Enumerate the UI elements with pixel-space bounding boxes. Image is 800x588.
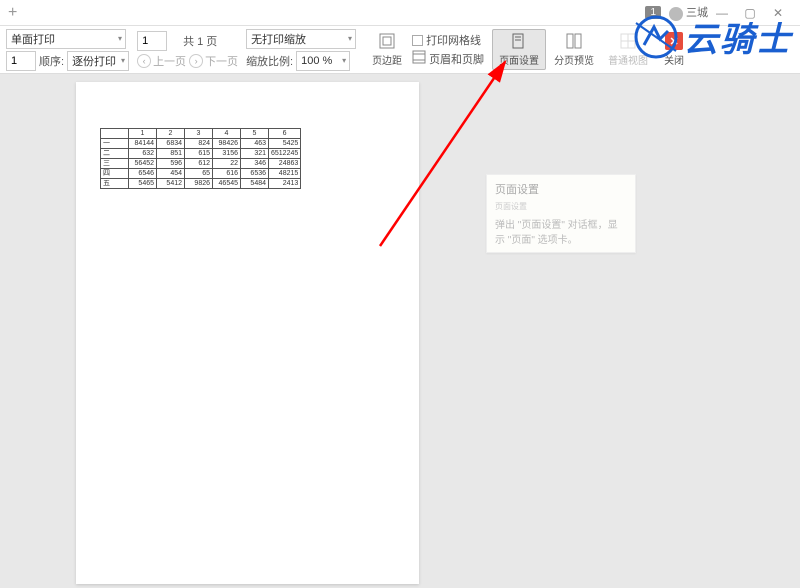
minimize-button[interactable]: — (708, 6, 736, 20)
normal-view-button[interactable]: 普通视图 (602, 30, 654, 69)
close-icon: ✕ (665, 32, 683, 50)
window-close-button[interactable]: ✕ (764, 6, 792, 20)
grid-icon (618, 32, 638, 50)
tooltip-title: 页面设置 (495, 181, 627, 197)
checkbox-icon (412, 35, 423, 46)
scale-mode-combo[interactable]: 无打印缩放▾ (246, 29, 356, 49)
table-row: 二63285161531563216512245 (101, 149, 301, 159)
chevron-down-icon: ▾ (121, 56, 125, 65)
header-footer-button[interactable]: 页眉和页脚 (412, 50, 484, 67)
avatar-icon (669, 7, 683, 21)
preview-area: 123456 一841446834824984264635425 二632851… (0, 74, 800, 588)
page-total: 共 1 页 (183, 33, 217, 49)
notification-badge[interactable]: 1 (645, 6, 661, 19)
page-preview: 123456 一841446834824984264635425 二632851… (76, 82, 419, 584)
username: 三城 (686, 7, 708, 19)
scale-value-input[interactable]: 100 %▾ (296, 51, 350, 71)
titlebar: + 1 三城 — ▢ ✕ (0, 0, 800, 26)
user-area[interactable]: 三城 (669, 4, 708, 20)
new-tab-button[interactable]: + (8, 4, 17, 22)
margin-button[interactable]: 页边距 (366, 30, 408, 69)
print-toolbar: 单面打印▾ 顺序: 逐份打印▾ 共 1 页 ‹上一页 ›下一页 无打印缩放▾ 缩… (0, 26, 800, 74)
tooltip-subtitle: 页面设置 (495, 201, 627, 212)
order-combo[interactable]: 逐份打印▾ (67, 51, 129, 71)
order-label: 顺序: (39, 53, 64, 69)
header-footer-icon (412, 50, 426, 67)
next-page-button[interactable]: ›下一页 (189, 53, 238, 69)
print-side-combo[interactable]: 单面打印▾ (6, 29, 126, 49)
page-input[interactable] (137, 31, 167, 51)
page-setup-icon (509, 32, 529, 50)
chevron-down-icon: ▾ (342, 56, 346, 65)
page-setup-tooltip: 页面设置 页面设置 弹出 "页面设置" 对话框，显示 "页面" 选项卡。 (486, 174, 636, 253)
prev-page-button[interactable]: ‹上一页 (137, 53, 186, 69)
data-table: 123456 一841446834824984264635425 二632851… (100, 128, 301, 189)
copies-input[interactable] (6, 51, 36, 71)
scale-label: 缩放比例: (246, 53, 293, 69)
table-row: 三564525966122234624863 (101, 159, 301, 169)
table-row: 五5465541298264654554842413 (101, 179, 301, 189)
page-setup-button[interactable]: 页面设置 (492, 29, 546, 70)
margin-icon (377, 32, 397, 50)
close-button[interactable]: ✕ 关闭 (656, 30, 692, 69)
gridlines-checkbox[interactable]: 打印网格线 (412, 32, 484, 48)
table-row: 四654645465616653648215 (101, 169, 301, 179)
page-break-icon (564, 32, 584, 50)
chevron-down-icon: ▾ (118, 34, 122, 43)
chevron-down-icon: ▾ (348, 34, 352, 43)
tooltip-body: 弹出 "页面设置" 对话框，显示 "页面" 选项卡。 (495, 216, 627, 246)
maximize-button[interactable]: ▢ (736, 6, 764, 20)
page-break-preview-button[interactable]: 分页预览 (548, 30, 600, 69)
table-row: 一841446834824984264635425 (101, 139, 301, 149)
